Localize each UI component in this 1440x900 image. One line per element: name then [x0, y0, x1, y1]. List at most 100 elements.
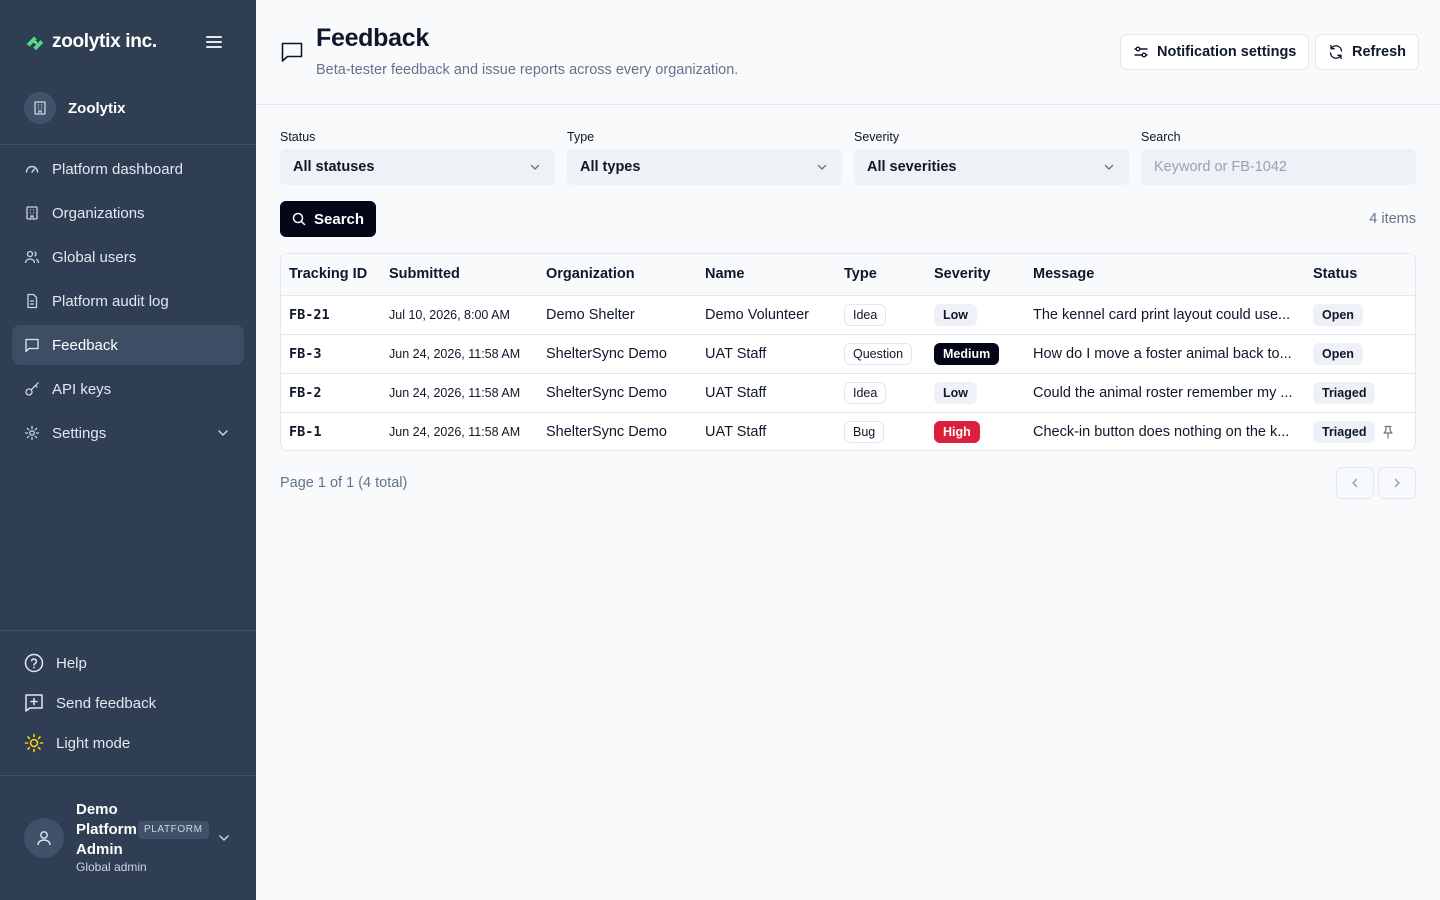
- chevron-down-icon: [1104, 164, 1114, 170]
- file-icon: [24, 293, 40, 309]
- message-text: How do I move a foster animal back to...: [1033, 345, 1292, 362]
- tracking-id: FB-21: [281, 295, 381, 335]
- nav-label: Feedback: [52, 336, 118, 354]
- sidebar-divider: [0, 630, 256, 631]
- status-badge: Triaged: [1313, 420, 1376, 443]
- sidebar-divider: [0, 775, 256, 776]
- nav-label: Global users: [52, 248, 137, 266]
- refresh-button[interactable]: Refresh: [1315, 34, 1419, 70]
- sun-icon: [24, 733, 44, 753]
- users-icon: [24, 249, 40, 265]
- nav-item-platform-audit-log[interactable]: Platform audit log: [12, 281, 244, 321]
- nav-item-organizations[interactable]: Organizations: [12, 193, 244, 233]
- chevron-left-icon: [1352, 478, 1358, 488]
- previous-page-button[interactable]: [1336, 467, 1374, 499]
- tracking-id: FB-3: [281, 334, 381, 374]
- light-mode-toggle[interactable]: Light mode: [24, 730, 244, 756]
- menu-icon[interactable]: [204, 32, 224, 52]
- send-feedback-label: Send feedback: [56, 694, 157, 712]
- search-input[interactable]: [1141, 149, 1416, 185]
- status-badge: Triaged: [1313, 381, 1376, 404]
- column-header: Message: [1025, 254, 1305, 296]
- type-cell: Idea: [836, 373, 926, 413]
- plus-square-icon: [24, 693, 44, 713]
- sidebar: zoolytix inc. Zoolytix Platform dashboar…: [0, 0, 256, 900]
- brand-name: zoolytix inc.: [52, 31, 157, 52]
- org-name: Zoolytix: [68, 99, 126, 117]
- search-button-label: Search: [314, 210, 365, 228]
- help-link[interactable]: Help: [24, 650, 244, 676]
- chevron-down-icon[interactable]: [216, 830, 232, 846]
- status-select[interactable]: All statuses: [280, 149, 555, 185]
- severity-filter-label: Severity: [854, 130, 900, 144]
- status-badge: Open: [1313, 342, 1363, 365]
- nav-label: Organizations: [52, 204, 145, 222]
- organization: ShelterSync Demo: [538, 334, 697, 374]
- chevron-down-icon: [817, 164, 827, 170]
- type-select[interactable]: All types: [567, 149, 842, 185]
- message-cell: Check-in button does nothing on the k...: [1025, 412, 1305, 450]
- next-page-button[interactable]: [1378, 467, 1416, 499]
- sidebar-bottom-links: Help Send feedback Light mode: [24, 650, 244, 770]
- submitter-name: UAT Staff: [697, 373, 836, 413]
- nav-item-platform-dashboard[interactable]: Platform dashboard: [12, 149, 244, 189]
- chevron-down-icon: [218, 430, 228, 436]
- chevron-down-icon: [530, 164, 540, 170]
- user-role: Global admin: [76, 860, 147, 874]
- help-label: Help: [56, 654, 87, 672]
- column-header: Severity: [926, 254, 1025, 296]
- nav-item-settings[interactable]: Settings: [12, 413, 244, 453]
- pin-icon[interactable]: [1381, 425, 1395, 439]
- table-row[interactable]: FB-1 Jun 24, 2026, 11:58 AM ShelterSync …: [281, 412, 1415, 450]
- table-header-row: Tracking ID Submitted Organization Name …: [281, 254, 1415, 296]
- search-button[interactable]: Search: [280, 201, 377, 237]
- pagination-summary: Page 1 of 1 (4 total): [280, 475, 408, 491]
- type-filter: Type All types: [567, 130, 842, 185]
- type-badge: Question: [844, 342, 913, 365]
- nav-item-global-users[interactable]: Global users: [12, 237, 244, 277]
- type-cell: Question: [836, 334, 926, 374]
- type-badge: Bug: [844, 420, 885, 443]
- nav-item-api-keys[interactable]: API keys: [12, 369, 244, 409]
- severity-badge: Low: [934, 381, 977, 404]
- key-icon: [24, 381, 40, 397]
- gauge-icon: [24, 161, 40, 177]
- org-avatar: [24, 92, 56, 124]
- feedback-table: Tracking ID Submitted Organization Name …: [280, 253, 1416, 451]
- building-icon: [24, 205, 40, 221]
- user-icon: [37, 831, 51, 846]
- user-menu[interactable]: Demo Platform Admin PLATFORM Global admi…: [24, 800, 240, 880]
- submitter-name: UAT Staff: [697, 334, 836, 374]
- severity-cell: High: [926, 412, 1025, 450]
- organization: ShelterSync Demo: [546, 423, 667, 440]
- type-badge: Idea: [844, 381, 887, 404]
- table-row[interactable]: FB-21 Jul 10, 2026, 8:00 AM Demo Shelter…: [281, 295, 1415, 335]
- status-select-value: All statuses: [293, 159, 375, 175]
- status-cell: Open: [1305, 295, 1415, 335]
- table-row[interactable]: FB-2 Jun 24, 2026, 11:58 AM ShelterSync …: [281, 373, 1415, 413]
- message-cell: Could the animal roster remember my ...: [1025, 373, 1305, 413]
- table-row[interactable]: FB-3 Jun 24, 2026, 11:58 AM ShelterSync …: [281, 334, 1415, 374]
- send-feedback-link[interactable]: Send feedback: [24, 690, 244, 716]
- nav-item-feedback[interactable]: Feedback: [12, 325, 244, 365]
- filter-bar: Status All statuses Type All types Sever…: [280, 130, 1416, 186]
- message-square-icon: [24, 337, 40, 353]
- severity-cell: Medium: [926, 334, 1025, 374]
- column-header: Name: [697, 254, 836, 296]
- status-cell: Triaged: [1305, 373, 1415, 413]
- notification-settings-button[interactable]: Notification settings: [1120, 34, 1310, 70]
- message-cell: How do I move a foster animal back to...: [1025, 334, 1305, 374]
- page-subtitle: Beta-tester feedback and issue reports a…: [316, 62, 739, 78]
- column-header: Tracking ID: [281, 254, 381, 296]
- brand[interactable]: zoolytix inc.: [24, 28, 157, 56]
- refresh-icon: [1328, 44, 1344, 60]
- search-filter-label: Search: [1141, 130, 1181, 144]
- severity-cell: Low: [926, 373, 1025, 413]
- status-filter-label: Status: [280, 130, 316, 144]
- submitter-name: Demo Volunteer: [697, 295, 836, 335]
- severity-select[interactable]: All severities: [854, 149, 1129, 185]
- submitter-name: UAT Staff: [705, 423, 767, 440]
- items-count: 4 items: [1369, 211, 1416, 227]
- org-switcher[interactable]: Zoolytix: [24, 90, 126, 126]
- column-header: Organization: [538, 254, 697, 296]
